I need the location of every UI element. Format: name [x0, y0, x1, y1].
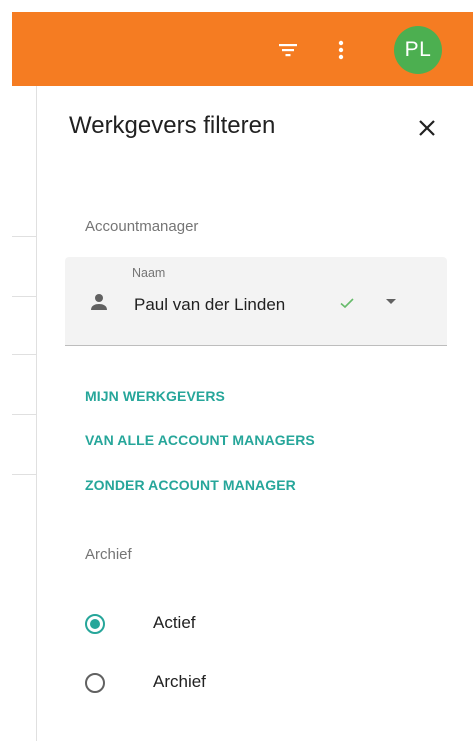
- radio-dot: [90, 619, 100, 629]
- radio-archief[interactable]: Archief: [85, 667, 385, 703]
- filter-drawer: Werkgevers filteren Accountmanager Naam …: [37, 86, 473, 741]
- zonder-account-manager-button[interactable]: ZONDER ACCOUNT MANAGER: [85, 477, 296, 493]
- radio-label: Actief: [153, 613, 196, 632]
- avatar[interactable]: PL: [394, 26, 442, 74]
- close-icon: [419, 120, 435, 136]
- check-icon: [340, 298, 354, 309]
- list-divider: [12, 474, 36, 475]
- alle-account-managers-button[interactable]: VAN ALLE ACCOUNT MANAGERS: [85, 432, 315, 448]
- archief-section-label: Archief: [85, 546, 132, 563]
- radio-unchecked-icon[interactable]: [85, 673, 105, 693]
- list-divider: [12, 414, 36, 415]
- list-divider: [12, 354, 36, 355]
- drawer-title: Werkgevers filteren: [69, 112, 276, 139]
- radio-checked-icon[interactable]: [85, 614, 105, 634]
- radio-label: Archief: [153, 672, 206, 691]
- accountmanager-select[interactable]: Naam Paul van der Linden: [65, 257, 447, 346]
- page: PL Werkgevers filteren Accountmanager Na…: [0, 0, 473, 741]
- background-list: [12, 86, 37, 741]
- more-options-button[interactable]: [334, 36, 348, 64]
- app-bar: PL: [12, 12, 473, 86]
- list-divider: [12, 236, 36, 237]
- field-label: Naam: [132, 266, 166, 280]
- more-vert-icon: [338, 40, 344, 60]
- radio-actief[interactable]: Actief: [85, 608, 385, 644]
- arrow-drop-down-icon: [386, 299, 396, 304]
- person-icon: [91, 294, 107, 310]
- filter-list-button[interactable]: [274, 36, 302, 64]
- filter-list-icon: [279, 44, 297, 57]
- list-divider: [12, 296, 36, 297]
- close-button[interactable]: [415, 116, 439, 140]
- accountmanager-section-label: Accountmanager: [85, 218, 199, 235]
- selected-value: Paul van der Linden: [134, 295, 286, 314]
- mijn-werkgevers-button[interactable]: MIJN WERKGEVERS: [85, 388, 225, 404]
